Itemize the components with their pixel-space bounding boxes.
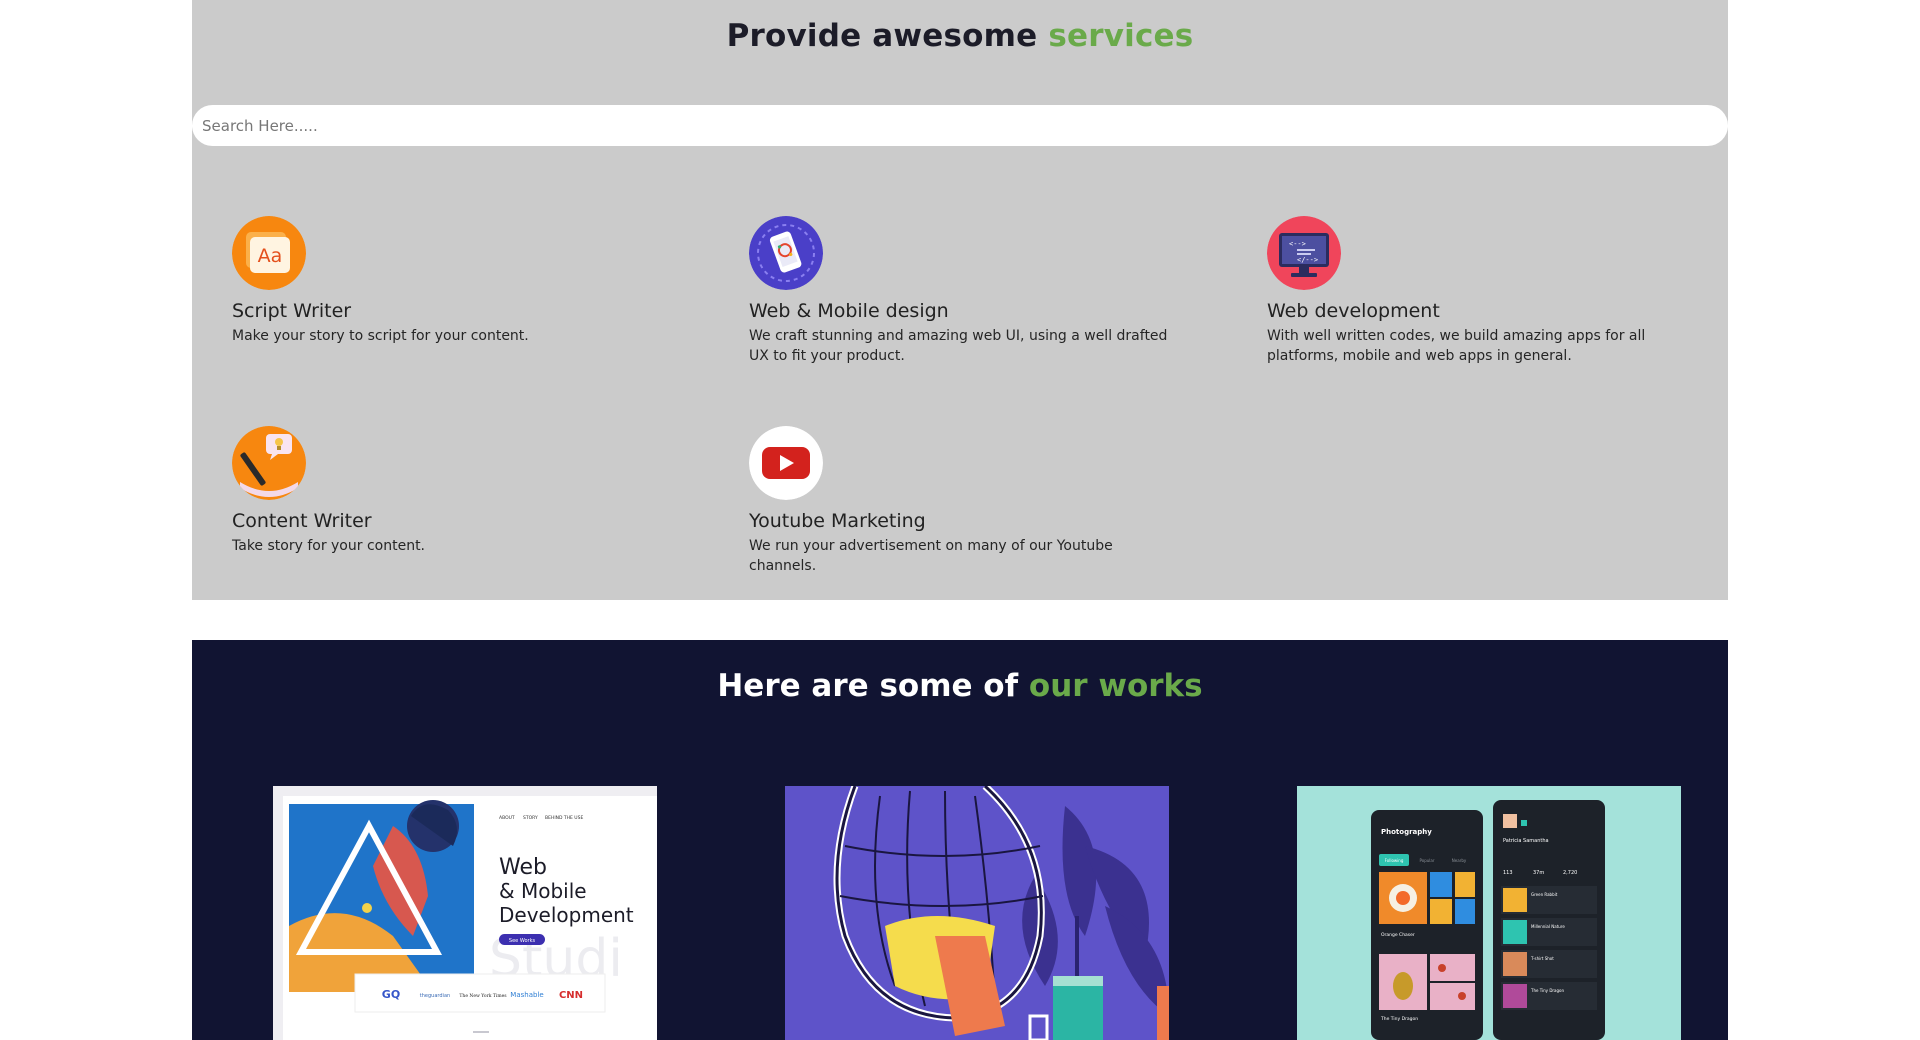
mockup-list-tshirt-shot: T-shirt Shot bbox=[1530, 956, 1554, 961]
youtube-icon bbox=[749, 426, 823, 500]
mockup-nav-about: ABOUT bbox=[499, 815, 515, 821]
mockup-tab-popular: Popular bbox=[1420, 858, 1435, 863]
service-description: We run your advertisement on many of our… bbox=[749, 538, 1113, 574]
search-input[interactable] bbox=[192, 105, 1728, 146]
mockup-stat-2: 37m bbox=[1533, 870, 1544, 876]
mockup-headline-line1: Web bbox=[499, 855, 547, 880]
svg-text:<-->: <--> bbox=[1289, 240, 1306, 248]
mockup-nav-story: STORY bbox=[523, 815, 538, 821]
mockup-headline-line3: Development bbox=[499, 903, 634, 927]
service-web-development: <--> </--> Web development With well wri… bbox=[1267, 216, 1697, 366]
service-description: Take story for your content. bbox=[232, 538, 426, 554]
service-title: Youtube Marketing bbox=[749, 510, 926, 532]
service-youtube-marketing: Youtube Marketing We run your advertisem… bbox=[749, 426, 1179, 576]
works-heading-accent: our works bbox=[1028, 668, 1203, 704]
mockup-tab-following: Following bbox=[1385, 858, 1404, 863]
services-heading-text: Provide awesome bbox=[726, 18, 1049, 54]
work-card-hanging-chair[interactable] bbox=[785, 786, 1169, 1040]
mockup-headline-line2: & Mobile bbox=[499, 879, 587, 903]
mockup-logo-nyt: The New York Times bbox=[459, 993, 507, 999]
work-card-web-mobile-development[interactable]: ABOUT STORY BEHIND THE USE Web & Mobile … bbox=[273, 786, 657, 1040]
service-title: Web development bbox=[1267, 300, 1440, 322]
service-description: With well written codes, we build amazin… bbox=[1267, 328, 1646, 364]
service-description: We craft stunning and amazing web UI, us… bbox=[749, 328, 1168, 364]
svg-text:Aa: Aa bbox=[258, 245, 283, 267]
mockup-nav-behind: BEHIND THE USE bbox=[545, 815, 583, 821]
mockup-list-tiny-dragon: The Tiny Dragon bbox=[1530, 988, 1564, 993]
mockup-logo-guardian: theguardian bbox=[420, 993, 450, 999]
service-title: Content Writer bbox=[232, 510, 372, 532]
content-writer-icon bbox=[232, 426, 306, 500]
mockup-profile-name: Patricia Samantha bbox=[1503, 838, 1549, 844]
code-monitor-icon: <--> </--> bbox=[1267, 216, 1341, 290]
mockup-label-orange-chaser: Orange Chaser bbox=[1381, 932, 1415, 938]
services-section: Provide awesome services Aa Script Write… bbox=[192, 0, 1728, 600]
mockup-list-green-rabbit: Green Rabbit bbox=[1531, 892, 1558, 897]
mockup-logo-gq: GQ bbox=[382, 988, 400, 1001]
mockup-stat-1: 113 bbox=[1503, 870, 1513, 876]
work-card-photography-app[interactable]: Photography Following Popular Nearby Ora… bbox=[1297, 786, 1681, 1040]
mobile-design-icon bbox=[749, 216, 823, 290]
service-title: Web & Mobile design bbox=[749, 300, 949, 322]
mockup-logo-mashable: Mashable bbox=[510, 991, 543, 999]
works-section: Here are some of our works ABOUT STORY B… bbox=[192, 640, 1728, 1040]
mockup-label-tiny-dragon: The Tiny Dragon bbox=[1380, 1016, 1418, 1022]
mockup-see-works-button: See Works bbox=[509, 938, 536, 944]
photography-app-mockup-image: Photography Following Popular Nearby Ora… bbox=[1297, 786, 1681, 1040]
service-script-writer: Aa Script Writer Make your story to scri… bbox=[232, 216, 662, 346]
web-development-mockup-image: ABOUT STORY BEHIND THE USE Web & Mobile … bbox=[273, 786, 657, 1040]
services-heading-accent: services bbox=[1048, 18, 1194, 54]
service-web-mobile-design: Web & Mobile design We craft stunning an… bbox=[749, 216, 1179, 366]
mockup-logo-cnn: CNN bbox=[559, 990, 583, 1001]
mockup-tab-nearby: Nearby bbox=[1452, 858, 1467, 863]
hanging-chair-illustration-image bbox=[785, 786, 1169, 1040]
mockup-list-millennial-nature: Millennial Nature bbox=[1531, 924, 1565, 929]
svg-text:</-->: </--> bbox=[1297, 256, 1318, 264]
works-heading-text: Here are some of bbox=[717, 668, 1029, 704]
service-content-writer: Content Writer Take story for your conte… bbox=[232, 426, 662, 556]
services-heading: Provide awesome services bbox=[192, 18, 1728, 54]
service-title: Script Writer bbox=[232, 300, 352, 322]
works-heading: Here are some of our works bbox=[192, 668, 1728, 704]
mockup-stat-3: 2,720 bbox=[1563, 870, 1577, 876]
mockup-photography-title: Photography bbox=[1381, 828, 1432, 836]
script-writer-icon: Aa bbox=[232, 216, 306, 290]
service-description: Make your story to script for your conte… bbox=[232, 328, 529, 344]
